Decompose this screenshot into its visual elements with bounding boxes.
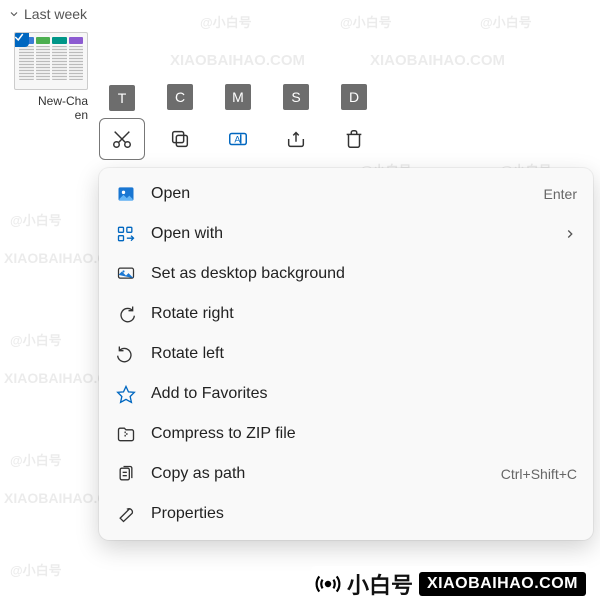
menu-shortcut: Enter xyxy=(544,186,577,202)
group-label: Last week xyxy=(24,6,87,22)
menu-label: Compress to ZIP file xyxy=(151,425,577,443)
group-header-last-week[interactable]: Last week xyxy=(0,0,600,28)
context-menu: Open Enter O Open with H Set as desktop … xyxy=(99,168,593,540)
copy-button[interactable]: C xyxy=(157,118,203,160)
menu-label: Rotate left xyxy=(151,345,577,363)
trash-icon xyxy=(343,128,365,150)
menu-item-compress-zip[interactable]: Compress to ZIP file Z xyxy=(103,414,589,454)
menu-label: Add to Favorites xyxy=(151,385,577,403)
menu-item-properties[interactable]: Properties xyxy=(103,494,589,534)
rename-button[interactable]: M A xyxy=(215,118,261,160)
image-icon xyxy=(115,183,137,205)
menu-label: Open with xyxy=(151,225,549,243)
watermark-branding: 小白号 XIAOBAIHAO.COM xyxy=(311,566,590,602)
menu-item-rotate-right[interactable]: Rotate right xyxy=(103,294,589,334)
branding-text-domain: XIAOBAIHAO.COM xyxy=(419,572,586,596)
wrench-icon xyxy=(115,503,137,525)
menu-item-open[interactable]: Open Enter O xyxy=(103,174,589,214)
menu-item-add-to-favorites[interactable]: Add to Favorites F xyxy=(103,374,589,414)
share-icon xyxy=(285,128,307,150)
zip-icon xyxy=(115,423,137,445)
file-name: New-Cha en xyxy=(14,94,94,123)
file-thumbnail xyxy=(14,32,88,90)
menu-label: Copy as path xyxy=(151,465,487,483)
menu-item-copy-as-path[interactable]: Copy as path Ctrl+Shift+C A xyxy=(103,454,589,494)
menu-label: Properties xyxy=(151,505,577,523)
open-with-icon xyxy=(115,223,137,245)
access-key-badge: C xyxy=(167,84,193,110)
menu-label: Set as desktop background xyxy=(151,265,577,283)
menu-item-open-with[interactable]: Open with H xyxy=(103,214,589,254)
chevron-right-icon xyxy=(563,227,577,241)
rename-icon: A xyxy=(227,128,249,150)
branding-text-cn: 小白号 xyxy=(347,568,413,600)
broadcast-icon xyxy=(315,571,341,597)
cut-button[interactable]: T xyxy=(99,118,145,160)
selection-checkmark-icon[interactable] xyxy=(14,32,29,47)
access-key-badge: S xyxy=(283,84,309,110)
share-button[interactable]: S xyxy=(273,118,319,160)
menu-shortcut: Ctrl+Shift+C xyxy=(501,466,577,482)
star-icon xyxy=(115,383,137,405)
menu-item-rotate-left[interactable]: Rotate left L xyxy=(103,334,589,374)
copy-path-icon xyxy=(115,463,137,485)
access-key-badge: M xyxy=(225,84,251,110)
scissors-icon xyxy=(111,128,133,150)
rotate-right-icon xyxy=(115,303,137,325)
quick-action-toolbar: T C M A S D xyxy=(99,118,377,160)
menu-label: Rotate right xyxy=(151,305,577,323)
access-key-badge: D xyxy=(341,84,367,110)
menu-item-set-background[interactable]: Set as desktop background B xyxy=(103,254,589,294)
access-key-badge: T xyxy=(109,85,135,111)
chevron-down-icon xyxy=(8,8,20,20)
delete-button[interactable]: D xyxy=(331,118,377,160)
rotate-left-icon xyxy=(115,343,137,365)
menu-label: Open xyxy=(151,185,530,203)
file-item[interactable]: New-Cha en xyxy=(14,32,94,123)
desktop-background-icon xyxy=(115,263,137,285)
copy-icon xyxy=(169,128,191,150)
